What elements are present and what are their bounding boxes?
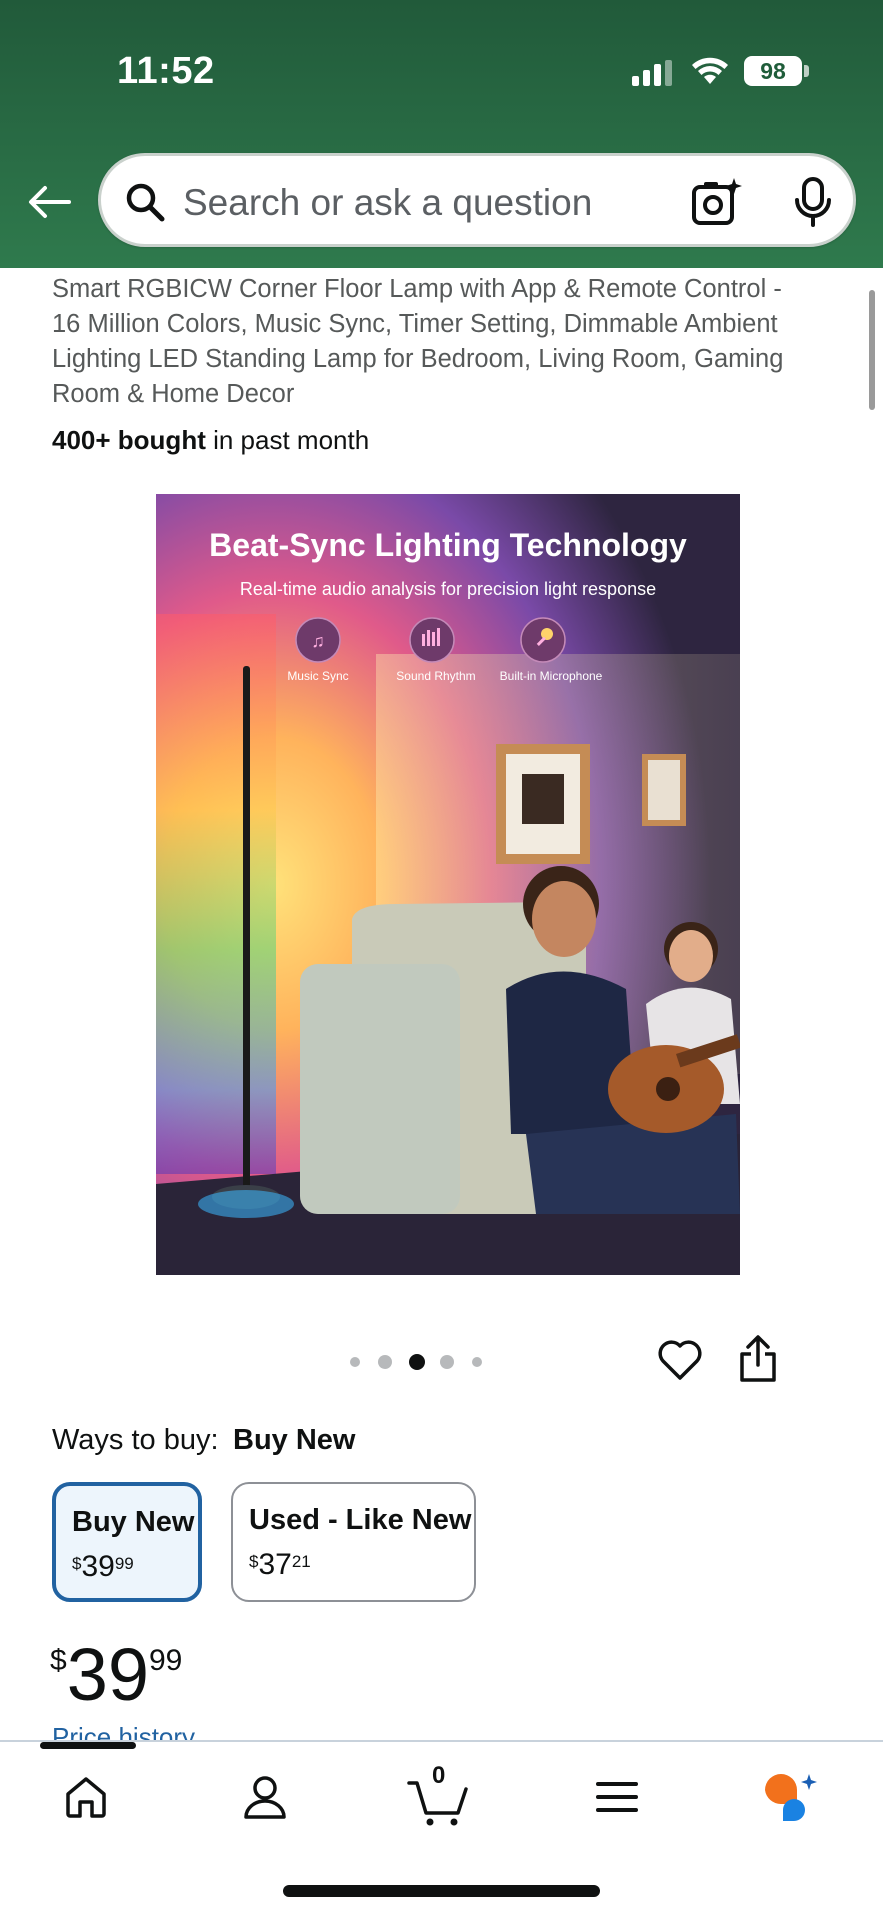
option-label: Used - Like New (249, 1504, 472, 1536)
carousel-dot[interactable] (350, 1357, 360, 1367)
search-icon (126, 183, 165, 222)
status-time: 11:52 (117, 50, 215, 92)
option-label: Buy New (72, 1506, 195, 1538)
account-icon (244, 1776, 286, 1819)
product-title: Smart RGBICW Corner Floor Lamp with App … (52, 275, 784, 408)
cellular-signal-icon (632, 60, 674, 86)
heart-icon[interactable] (656, 1336, 704, 1384)
carousel-dot[interactable] (378, 1355, 392, 1369)
rufus-icon (765, 1774, 817, 1821)
home-icon (66, 1777, 106, 1818)
header: 11:52 98 Search or ask a question (0, 0, 883, 268)
product-price: $3999 (50, 1633, 183, 1716)
ways-to-buy-label: Ways to buy: (52, 1424, 219, 1456)
image-carousel-dots[interactable] (346, 1352, 486, 1372)
bought-count-bold: 400+ bought (52, 425, 206, 455)
scrollbar[interactable] (869, 290, 875, 410)
product-photo: Beat-Sync Lighting Technology Real-time … (156, 494, 740, 1275)
image-subheadline: Real-time audio analysis for precision l… (240, 579, 656, 599)
bought-count: 400+ bought in past month (52, 425, 369, 456)
nav-account[interactable] (230, 1762, 300, 1832)
arrow-left-icon (29, 186, 71, 218)
search-input[interactable]: Search or ask a question (183, 182, 592, 224)
buy-new-option[interactable]: Buy New $3999 (52, 1482, 202, 1602)
image-headline: Beat-Sync Lighting Technology (209, 527, 687, 563)
nav-active-indicator (40, 1742, 136, 1749)
nav-cart[interactable]: 0 (404, 1762, 474, 1832)
share-icon[interactable] (736, 1334, 780, 1384)
svg-text:♫: ♫ (311, 631, 325, 651)
nav-rufus[interactable] (756, 1762, 826, 1832)
product-page: 11:52 98 Search or ask a question Smart … (0, 0, 883, 1920)
home-indicator (283, 1885, 600, 1897)
product-image[interactable]: Beat-Sync Lighting Technology Real-time … (156, 494, 740, 1275)
battery-indicator: 98 (744, 56, 802, 86)
nav-menu[interactable] (582, 1762, 652, 1832)
search-bar[interactable]: Search or ask a question (98, 153, 856, 247)
carousel-dot[interactable] (472, 1357, 482, 1367)
image-feature-1: Music Sync (287, 669, 348, 683)
back-button[interactable] (25, 178, 73, 226)
bought-count-rest: in past month (205, 425, 370, 455)
option-price: $3721 (249, 1548, 311, 1581)
cart-count-badge: 0 (432, 1762, 446, 1789)
camera-search-icon[interactable] (691, 176, 743, 228)
carousel-dot[interactable] (440, 1355, 454, 1369)
image-feature-2: Sound Rhythm (396, 669, 475, 683)
menu-icon (596, 1782, 638, 1812)
battery-nub (804, 65, 809, 77)
wifi-icon (692, 57, 728, 84)
used-like-new-option[interactable]: Used - Like New $3721 (231, 1482, 476, 1602)
microphone-icon[interactable] (791, 176, 835, 228)
option-price: $3999 (72, 1550, 134, 1583)
ways-to-buy-selected: Buy New (233, 1424, 356, 1456)
carousel-dot-active[interactable] (409, 1354, 425, 1370)
image-feature-3: Built-in Microphone (500, 669, 603, 683)
nav-home[interactable] (51, 1762, 121, 1832)
